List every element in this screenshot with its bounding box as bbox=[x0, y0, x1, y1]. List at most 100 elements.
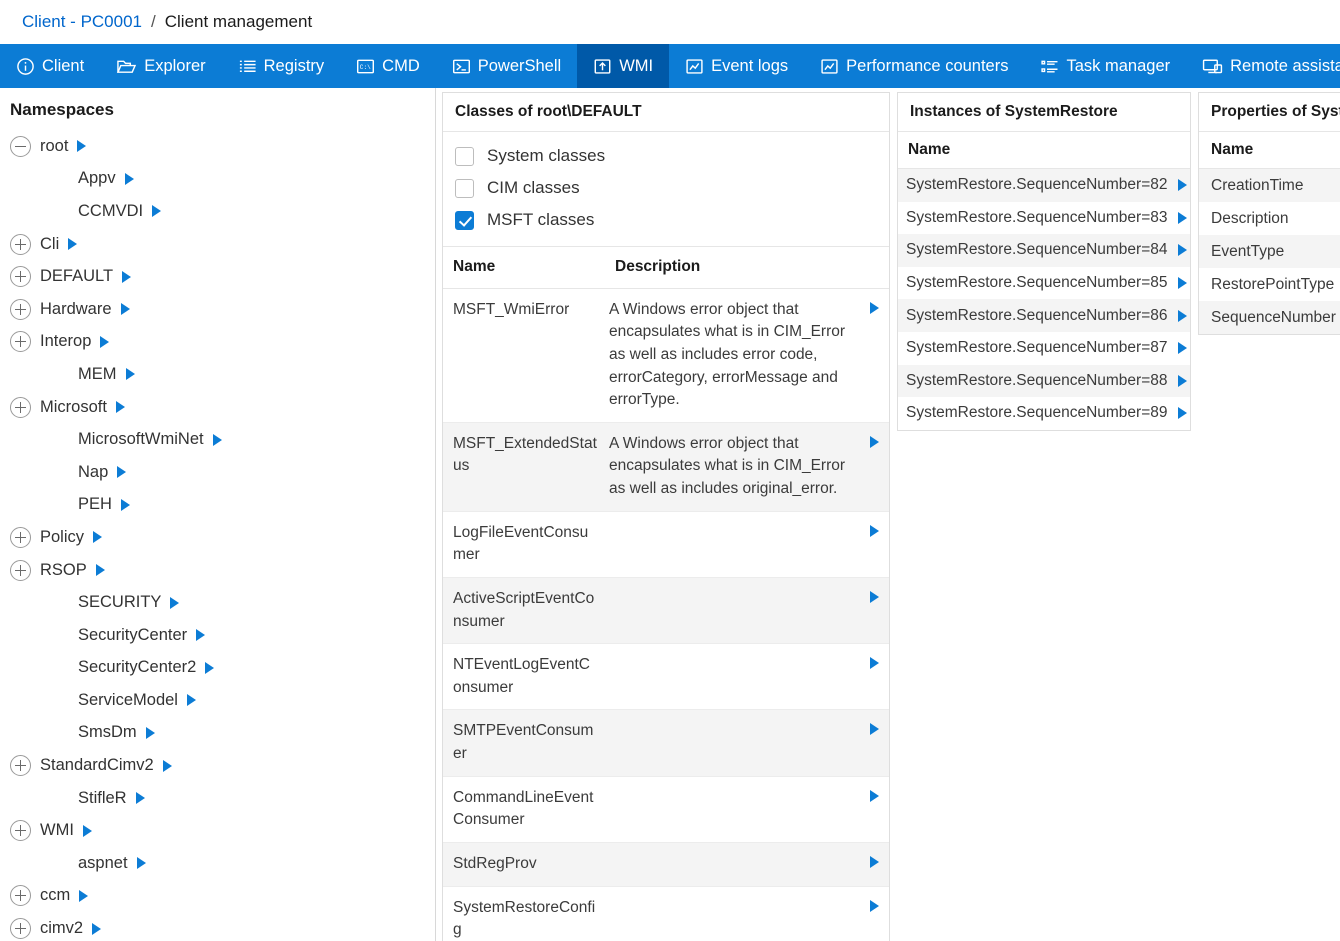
tab-wmi[interactable]: WMI bbox=[577, 44, 670, 88]
chevron-right-icon[interactable] bbox=[115, 401, 125, 414]
namespace-item-securitycenter2[interactable]: SecurityCenter2 bbox=[0, 652, 435, 685]
expand-icon[interactable] bbox=[10, 266, 31, 288]
chevron-right-icon[interactable] bbox=[95, 564, 105, 577]
tab-explorer[interactable]: Explorer bbox=[100, 44, 221, 88]
instance-row-open-button[interactable] bbox=[1168, 309, 1191, 322]
namespace-item-nap[interactable]: Nap bbox=[0, 456, 435, 489]
namespace-item-mem[interactable]: MEM bbox=[0, 358, 435, 391]
expand-icon[interactable] bbox=[10, 559, 31, 581]
instance-row-open-button[interactable] bbox=[1168, 211, 1191, 224]
namespace-item-default[interactable]: DEFAULT bbox=[0, 260, 435, 293]
chevron-right-icon[interactable] bbox=[79, 889, 89, 902]
class-row-open-button[interactable] bbox=[859, 289, 889, 314]
checkbox-unchecked-icon[interactable] bbox=[455, 178, 474, 198]
chevron-right-icon[interactable] bbox=[152, 205, 162, 218]
class-row[interactable]: ActiveScriptEventConsumer bbox=[443, 577, 889, 645]
namespace-item-aspnet[interactable]: aspnet bbox=[0, 847, 435, 880]
namespace-item-peh[interactable]: PEH bbox=[0, 489, 435, 522]
chevron-right-icon[interactable] bbox=[120, 303, 130, 316]
chevron-right-icon[interactable] bbox=[120, 498, 130, 511]
property-row[interactable]: RestorePointType bbox=[1199, 268, 1340, 301]
collapse-icon[interactable] bbox=[10, 135, 31, 157]
class-row[interactable]: MSFT_WmiError A Windows error object that… bbox=[443, 289, 889, 423]
expand-icon[interactable] bbox=[10, 918, 31, 940]
chevron-right-icon[interactable] bbox=[170, 596, 180, 609]
instance-row-open-button[interactable] bbox=[1168, 342, 1191, 355]
namespace-item-interop[interactable]: Interop bbox=[0, 326, 435, 359]
namespace-item-smsdm[interactable]: SmsDm bbox=[0, 717, 435, 750]
expand-icon[interactable] bbox=[10, 820, 31, 842]
chevron-right-icon[interactable] bbox=[82, 824, 92, 837]
chevron-right-icon[interactable] bbox=[196, 629, 206, 642]
filter-system-classes[interactable]: System classes bbox=[455, 140, 877, 172]
class-row[interactable]: SMTPEventConsumer bbox=[443, 710, 889, 777]
expand-icon[interactable] bbox=[10, 396, 31, 418]
property-row[interactable]: EventType bbox=[1199, 235, 1340, 268]
namespace-item-standardcimv2[interactable]: StandardCimv2 bbox=[0, 749, 435, 782]
instance-row-open-button[interactable] bbox=[1168, 277, 1191, 290]
namespace-item-cimv2[interactable]: cimv2 bbox=[0, 912, 435, 941]
tab-registry[interactable]: Registry bbox=[222, 44, 341, 88]
chevron-right-icon[interactable] bbox=[92, 922, 102, 935]
expand-icon[interactable] bbox=[10, 298, 31, 320]
chevron-right-icon[interactable] bbox=[135, 792, 145, 805]
namespace-item-hardware[interactable]: Hardware bbox=[0, 293, 435, 326]
instance-row-open-button[interactable] bbox=[1168, 179, 1191, 192]
expand-icon[interactable] bbox=[10, 526, 31, 548]
tab-task-manager[interactable]: Task manager bbox=[1024, 44, 1186, 88]
instance-row-open-button[interactable] bbox=[1168, 374, 1191, 387]
namespace-item-security[interactable]: SECURITY bbox=[0, 586, 435, 619]
tab-event-logs[interactable]: Event logs bbox=[669, 44, 804, 88]
namespace-item-ccmvdi[interactable]: CCMVDI bbox=[0, 195, 435, 228]
class-row-open-button[interactable] bbox=[859, 512, 889, 537]
chevron-right-icon[interactable] bbox=[136, 857, 146, 870]
instance-row[interactable]: SystemRestore.SequenceNumber=87 bbox=[898, 332, 1190, 365]
chevron-right-icon[interactable] bbox=[212, 433, 222, 446]
tab-powershell[interactable]: PowerShell bbox=[436, 44, 577, 88]
expand-icon[interactable] bbox=[10, 331, 31, 353]
breadcrumb-root-link[interactable]: Client - PC0001 bbox=[22, 12, 142, 32]
property-row[interactable]: SequenceNumber bbox=[1199, 301, 1340, 334]
class-row-open-button[interactable] bbox=[859, 578, 889, 603]
chevron-right-icon[interactable] bbox=[100, 335, 110, 348]
chevron-right-icon[interactable] bbox=[145, 726, 155, 739]
chevron-right-icon[interactable] bbox=[117, 466, 127, 479]
filter-cim-classes[interactable]: CIM classes bbox=[455, 172, 877, 204]
class-row[interactable]: SystemRestoreConfig bbox=[443, 887, 889, 941]
class-row[interactable]: StdRegProv bbox=[443, 842, 889, 887]
expand-icon[interactable] bbox=[10, 755, 31, 777]
instance-row[interactable]: SystemRestore.SequenceNumber=88 bbox=[898, 364, 1191, 398]
class-row[interactable]: CommandLineEventConsumer bbox=[443, 777, 889, 843]
property-row[interactable]: Description bbox=[1199, 202, 1340, 235]
instance-row[interactable]: SystemRestore.SequenceNumber=84 bbox=[898, 234, 1190, 267]
class-row[interactable]: LogFileEventConsumer bbox=[443, 512, 889, 578]
instance-row-open-button[interactable] bbox=[1168, 407, 1191, 420]
chevron-right-icon[interactable] bbox=[125, 368, 135, 381]
namespace-item-root[interactable]: root bbox=[0, 130, 435, 163]
namespace-item-servicemodel[interactable]: ServiceModel bbox=[0, 684, 435, 717]
namespace-item-ccm[interactable]: ccm bbox=[0, 880, 435, 913]
class-row[interactable]: NTEventLogEventConsumer bbox=[443, 644, 889, 711]
instance-row[interactable]: SystemRestore.SequenceNumber=89 bbox=[898, 397, 1190, 430]
chevron-right-icon[interactable] bbox=[162, 759, 172, 772]
class-row-open-button[interactable] bbox=[859, 644, 889, 670]
chevron-right-icon[interactable] bbox=[93, 531, 103, 544]
chevron-right-icon[interactable] bbox=[186, 694, 196, 707]
property-row[interactable]: CreationTime bbox=[1199, 169, 1340, 202]
namespace-item-appv[interactable]: Appv bbox=[0, 163, 435, 196]
expand-icon[interactable] bbox=[10, 233, 31, 255]
instance-row[interactable]: SystemRestore.SequenceNumber=86 bbox=[898, 299, 1190, 332]
checkbox-checked-icon[interactable] bbox=[455, 210, 474, 230]
namespace-item-cli[interactable]: Cli bbox=[0, 228, 435, 261]
class-row-open-button[interactable] bbox=[859, 710, 889, 736]
namespace-item-policy[interactable]: Policy bbox=[0, 521, 435, 554]
expand-icon[interactable] bbox=[10, 885, 31, 907]
namespace-item-securitycenter[interactable]: SecurityCenter bbox=[0, 619, 435, 652]
class-row-open-button[interactable] bbox=[859, 843, 889, 868]
namespace-item-wmi[interactable]: WMI bbox=[0, 814, 435, 847]
namespace-item-stifler[interactable]: StifleR bbox=[0, 782, 435, 815]
chevron-right-icon[interactable] bbox=[68, 238, 78, 251]
class-row[interactable]: MSFT_ExtendedStatus A Windows error objec… bbox=[443, 422, 889, 512]
tab-remote-assistance[interactable]: Remote assistance bbox=[1186, 44, 1340, 88]
tab-performance-counters[interactable]: Performance counters bbox=[804, 44, 1024, 88]
